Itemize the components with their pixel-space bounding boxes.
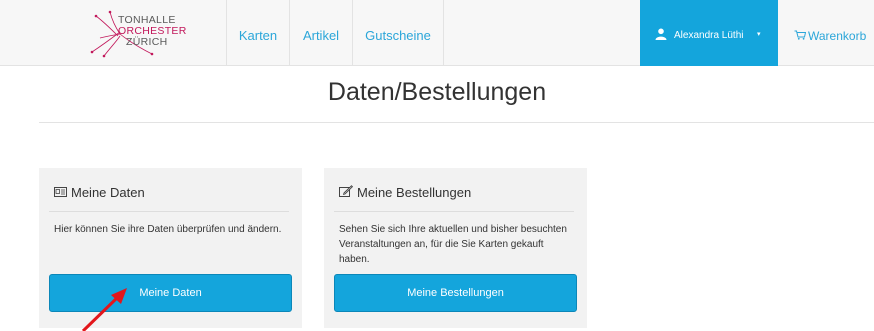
annotation-arrow-icon bbox=[81, 288, 127, 331]
card-description: Hier können Sie ihre Daten überprüfen un… bbox=[54, 224, 282, 235]
card-header: Meine Bestellungen bbox=[339, 185, 471, 200]
card-title: Meine Bestellungen bbox=[357, 185, 472, 200]
page-title: Daten/Bestellungen bbox=[327, 78, 547, 106]
nav-gutscheine[interactable]: Gutscheine bbox=[352, 0, 444, 66]
card-meine-bestellungen: Meine Bestellungen Sehen Sie sich Ihre a… bbox=[324, 168, 587, 328]
user-icon bbox=[655, 28, 667, 40]
cart-link[interactable]: Warenkorb bbox=[794, 29, 866, 43]
user-name: Alexandra Lüthi bbox=[674, 30, 744, 41]
meine-bestellungen-button[interactable]: Meine Bestellungen bbox=[334, 274, 577, 312]
tonhalle-logo[interactable]: TONHALLE ORCHESTER ZÜRICH bbox=[90, 8, 190, 60]
cart-label: Warenkorb bbox=[808, 29, 867, 43]
card-title: Meine Daten bbox=[71, 185, 145, 200]
chevron-down-icon: ▾ bbox=[757, 31, 761, 38]
logo-text: TONHALLE ORCHESTER ZÜRICH bbox=[118, 15, 187, 48]
card-divider bbox=[49, 211, 289, 212]
edit-icon bbox=[339, 185, 353, 197]
title-divider bbox=[39, 122, 874, 123]
card-divider bbox=[334, 211, 574, 212]
top-navbar: TONHALLE ORCHESTER ZÜRICH Karten Artikel… bbox=[0, 0, 874, 66]
cart-icon bbox=[794, 30, 806, 40]
id-card-icon bbox=[54, 187, 67, 197]
nav-artikel[interactable]: Artikel bbox=[289, 0, 352, 66]
card-header: Meine Daten bbox=[54, 185, 145, 200]
nav-karten[interactable]: Karten bbox=[226, 0, 289, 66]
card-description: Sehen Sie sich Ihre aktuellen und bisher… bbox=[339, 224, 567, 265]
user-menu-dropdown[interactable]: Alexandra Lüthi ▾ bbox=[640, 0, 778, 66]
logo-line-3: ZÜRICH bbox=[126, 36, 168, 48]
